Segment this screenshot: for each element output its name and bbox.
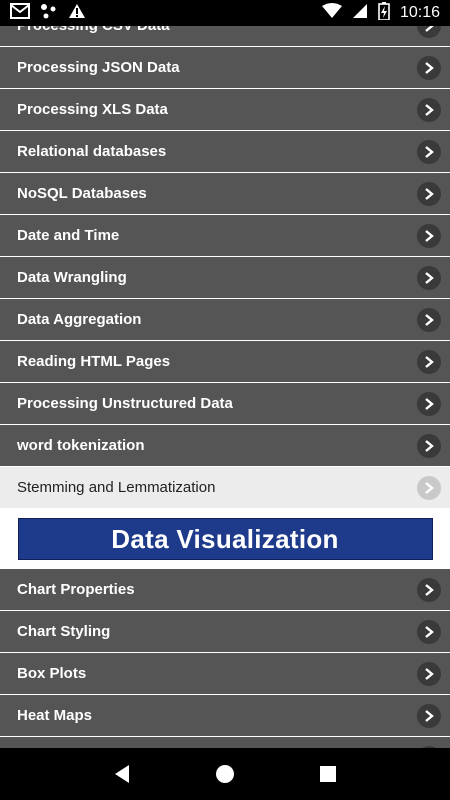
chevron-right-icon [417,577,441,602]
list-item[interactable]: Processing XLS Data [0,89,450,130]
signal-icon [352,3,368,24]
dots-icon [40,3,58,24]
clock-time: 10:16 [399,4,440,21]
list-item-label: Data Wrangling [17,269,127,286]
list-item[interactable]: Processing Unstructured Data [0,383,450,424]
chevron-right-icon [417,223,441,248]
navigation-bar [0,748,450,800]
list-item-label: Processing CSV Data [0,26,170,34]
status-bar: 10:16 [0,0,450,26]
home-icon [215,765,234,783]
list-item-selected[interactable]: Stemming and Lemmatization [0,467,450,508]
chevron-right-icon [417,433,441,458]
recents-button[interactable] [308,754,348,794]
list-item[interactable]: word tokenization [0,425,450,466]
list-item-label: Data Aggregation [17,311,142,328]
list-item[interactable]: Box Plots [0,653,450,694]
list-item[interactable]: Relational databases [0,131,450,172]
recents-icon [320,766,337,782]
list-item[interactable]: Reading HTML Pages [0,341,450,382]
home-button[interactable] [205,754,245,794]
chevron-right-icon [417,703,441,728]
section-title: Data Visualization [17,518,433,560]
list-item[interactable]: NoSQL Databases [0,173,450,214]
list-item-label: Date and Time [17,227,120,244]
list-item-label: NoSQL Databases [17,185,147,202]
chevron-right-icon [417,97,441,122]
chevron-right-icon [417,619,441,644]
content-area[interactable]: Processing CSV Data Processing JSON Data… [0,26,450,748]
chevron-right-icon [417,349,441,374]
topic-list: Processing CSV Data Processing JSON Data… [0,26,450,748]
chevron-right-icon [417,26,441,38]
back-button[interactable] [102,754,142,794]
gmail-icon [10,2,30,24]
chevron-right-icon [417,55,441,80]
list-item-label: Chart Properties [17,581,135,598]
list-item[interactable]: Processing CSV Data [0,26,450,46]
chevron-right-icon [417,307,441,332]
list-item[interactable]: Chart Styling [0,611,450,652]
list-item[interactable]: Processing JSON Data [0,47,450,88]
list-item[interactable] [0,737,450,748]
chevron-right-icon [417,265,441,290]
battery-icon [378,1,390,25]
chevron-right-icon [417,181,441,206]
back-icon [114,765,129,783]
warning-icon [68,3,86,24]
list-item[interactable]: Heat Maps [0,695,450,736]
wifi-icon [321,2,342,24]
list-item[interactable]: Chart Properties [0,569,450,610]
list-item[interactable]: Data Aggregation [0,299,450,340]
list-item-label: Processing JSON Data [17,59,180,76]
list-item-label: Chart Styling [17,623,111,640]
list-item-label: Relational databases [17,143,167,160]
chevron-right-icon [417,139,441,164]
list-item-label: word tokenization [17,437,145,454]
list-item-label: Processing XLS Data [17,101,168,118]
list-item-label: Processing Unstructured Data [17,395,233,412]
list-item[interactable]: Data Wrangling [0,257,450,298]
chevron-right-icon [417,475,441,500]
list-item[interactable]: Date and Time [0,215,450,256]
chevron-right-icon [417,391,441,416]
list-item-label: Stemming and Lemmatization [17,479,216,496]
list-item-label: Reading HTML Pages [17,353,171,370]
section-header: Data Visualization [0,509,450,569]
list-item-label: Box Plots [17,665,87,682]
chevron-right-icon [417,661,441,686]
list-item-label: Heat Maps [17,707,93,724]
